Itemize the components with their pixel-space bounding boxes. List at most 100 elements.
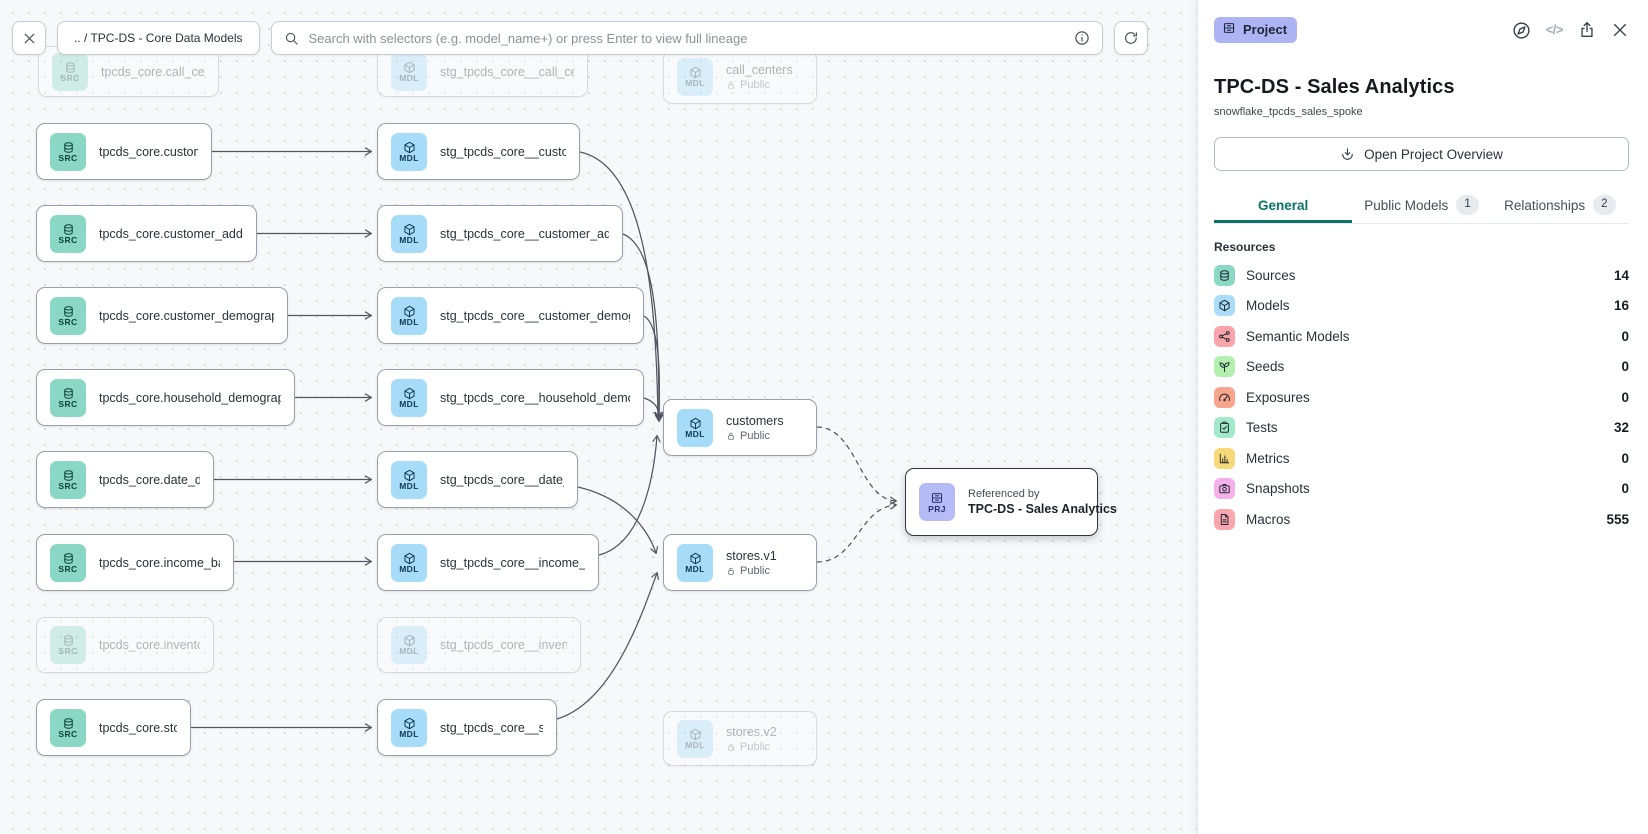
public-model-node[interactable]: MDLstores.v2Public (663, 711, 817, 766)
model-node[interactable]: MDLstg_tpcds_core__customer_address (377, 205, 623, 262)
project-type-label: Project (1243, 22, 1287, 38)
node-label: tpcds_core.customer (99, 145, 198, 159)
source-node[interactable]: SRCtpcds_core.income_band (36, 534, 234, 591)
lineage-canvas[interactable]: SRCtpcds_core.call_centerSRCtpcds_core.c… (0, 0, 1197, 834)
explore-compass-icon[interactable] (1512, 21, 1531, 40)
source-node[interactable]: SRC tpcds_core.date_dim (36, 451, 214, 508)
src-badge-icon: SRC (52, 53, 88, 91)
tab-public-models[interactable]: Public Models1 (1352, 190, 1490, 223)
node-label: tpcds_core.date_dim (99, 473, 200, 487)
resource-label: Snapshots (1246, 481, 1610, 496)
node-label: stores.v2 (726, 725, 777, 739)
semantic-model-icon (1214, 326, 1235, 347)
node-label: customers (726, 414, 784, 428)
resources-list: Sources14Models16Semantic Models0Seeds0E… (1214, 260, 1629, 535)
mdl-badge-icon: MDL (677, 58, 713, 96)
resource-count: 14 (1614, 268, 1629, 283)
source-node[interactable]: SRCtpcds_core.customer_address (36, 205, 257, 262)
mdl-badge-icon: MDL (391, 133, 427, 171)
resource-label: Semantic Models (1246, 329, 1610, 344)
mdl-badge-icon: MDL (391, 544, 427, 582)
open-project-overview-label: Open Project Overview (1364, 147, 1503, 162)
model-node[interactable]: MDLstg_tpcds_core__household_demogr... (377, 369, 644, 426)
resource-row-models[interactable]: Models16 (1214, 291, 1629, 322)
resource-row-semantic-models[interactable]: Semantic Models0 (1214, 321, 1629, 352)
node-label: tpcds_core.customer_demographics (99, 309, 274, 323)
model-node[interactable]: MDLstg_tpcds_core__customer_demogra... (377, 287, 644, 344)
lineage-edge (817, 505, 896, 562)
resource-row-metrics[interactable]: Metrics0 (1214, 443, 1629, 474)
node-access-label: Public (740, 565, 770, 577)
src-badge-icon: SRC (50, 461, 86, 499)
source-node[interactable]: SRCtpcds_core.inventory (36, 617, 214, 673)
resource-count: 555 (1606, 512, 1629, 527)
tab-general[interactable]: General (1214, 190, 1352, 223)
search-input[interactable] (307, 30, 1066, 47)
src-badge-icon: SRC (50, 133, 86, 171)
prj-badge-icon: PRJ (919, 483, 955, 521)
info-icon[interactable] (1074, 30, 1090, 46)
mdl-badge-icon: MDL (677, 544, 713, 582)
refresh-button[interactable] (1114, 21, 1148, 55)
open-project-overview-button[interactable]: Open Project Overview (1214, 137, 1629, 171)
model-icon (1214, 295, 1235, 316)
app-window: SRCtpcds_core.call_centerSRCtpcds_core.c… (0, 0, 1648, 834)
breadcrumb[interactable]: .. / TPC-DS - Core Data Models (57, 21, 260, 55)
model-node[interactable]: MDLstg_tpcds_core__customer (377, 123, 580, 180)
node-label: tpcds_core.store (99, 721, 177, 735)
model-node[interactable]: MDLstg_tpcds_core__income_band (377, 534, 599, 591)
src-badge-icon: SRC (50, 215, 86, 253)
mdl-badge-icon: MDL (391, 53, 427, 91)
refresh-icon (1123, 30, 1139, 46)
src-badge-icon: SRC (50, 297, 86, 335)
resource-row-exposures[interactable]: Exposures0 (1214, 382, 1629, 413)
panel-tabs: GeneralPublic Models1Relationships2 (1214, 190, 1629, 224)
resource-count: 32 (1614, 420, 1629, 435)
source-node[interactable]: SRC tpcds_core.customer_demographics (36, 287, 288, 344)
model-node[interactable]: MDL stg_tpcds_core__date_dim (377, 451, 578, 508)
panel-title: TPC-DS - Sales Analytics (1214, 76, 1629, 99)
mdl-badge-icon: MDL (391, 461, 427, 499)
tab-relationships[interactable]: Relationships2 (1491, 190, 1629, 223)
resource-row-snapshots[interactable]: Snapshots0 (1214, 474, 1629, 505)
exposure-icon (1214, 387, 1235, 408)
model-node[interactable]: MDLstg_tpcds_core__inventory (377, 617, 581, 673)
node-label: stg_tpcds_core__date_dim (440, 473, 564, 487)
resource-label: Sources (1246, 268, 1603, 283)
src-badge-icon: SRC (50, 544, 86, 582)
model-node[interactable]: MDLstg_tpcds_core__store (377, 699, 557, 756)
source-node[interactable]: SRCtpcds_core.household_demographics (36, 369, 295, 426)
node-access-label: Public (740, 741, 770, 753)
project-overview-icon (1340, 147, 1355, 162)
resource-label: Seeds (1246, 359, 1610, 374)
public-model-node[interactable]: MDLcall_centersPublic (663, 50, 817, 104)
mdl-badge-icon: MDL (391, 709, 427, 747)
node-label: stg_tpcds_core__household_demogr... (440, 391, 630, 405)
close-lineage-button[interactable] (12, 21, 46, 55)
resource-row-seeds[interactable]: Seeds0 (1214, 352, 1629, 383)
metric-icon (1214, 448, 1235, 469)
public-model-node[interactable]: MDLcustomersPublic (663, 399, 817, 456)
details-panel: Project </> TPC-DS - Sales Analytics sno… (1197, 0, 1648, 834)
resource-row-tests[interactable]: Tests 32 (1214, 413, 1629, 444)
resource-count: 0 (1621, 451, 1629, 466)
project-node[interactable]: PRJReferenced byTPC-DS - Sales Analytics (905, 468, 1098, 536)
code-icon[interactable]: </> (1546, 21, 1563, 39)
seed-icon (1214, 356, 1235, 377)
resource-label: Tests (1246, 420, 1603, 435)
source-icon (1214, 265, 1235, 286)
tab-label: Public Models (1364, 198, 1448, 213)
lineage-edge (644, 398, 659, 421)
resource-row-sources[interactable]: Sources 14 (1214, 260, 1629, 291)
resource-label: Exposures (1246, 390, 1610, 405)
test-icon (1214, 417, 1235, 438)
resource-row-macros[interactable]: Macros555 (1214, 504, 1629, 535)
panel-close-icon[interactable] (1611, 21, 1629, 39)
lock-open-icon (726, 431, 736, 441)
source-node[interactable]: SRCtpcds_core.store (36, 699, 191, 756)
source-node[interactable]: SRC tpcds_core.customer (36, 123, 212, 180)
public-model-node[interactable]: MDLstores.v1Public (663, 534, 817, 591)
mdl-badge-icon: MDL (391, 626, 427, 664)
node-label: call_centers (726, 63, 793, 77)
share-icon[interactable] (1578, 21, 1596, 39)
